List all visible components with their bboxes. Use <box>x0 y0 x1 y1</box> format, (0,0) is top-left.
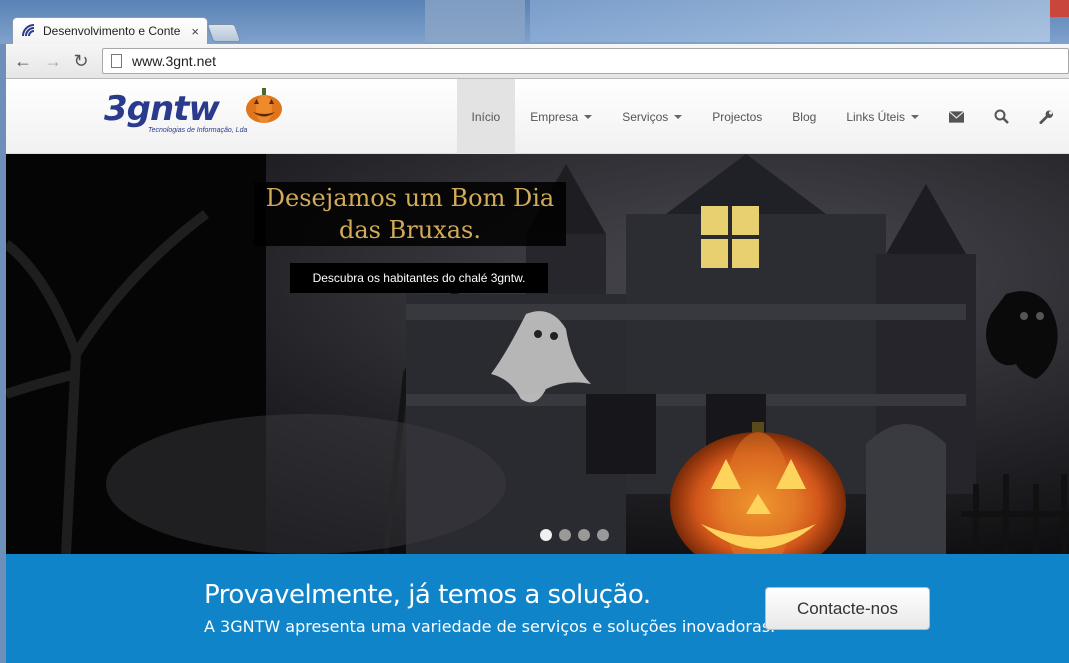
cta-title: Provavelmente, já temos a solução. <box>204 580 651 610</box>
nav-search[interactable] <box>979 79 1024 154</box>
address-bar[interactable]: www.3gnt.net <box>102 48 1069 74</box>
background-window <box>530 0 1050 42</box>
hero-caption-subtitle: Descubra os habitantes do chalé 3gntw. <box>290 263 548 293</box>
nav-label: Links Úteis <box>846 109 905 124</box>
site-logo[interactable]: 3gntw Tecnologias de Informação, Lda <box>104 87 284 142</box>
caret-down-icon <box>584 114 593 119</box>
cta-band: Provavelmente, já temos a solução. A 3GN… <box>6 554 1069 663</box>
nav-label: Empresa <box>530 109 579 124</box>
envelope-icon <box>949 110 964 123</box>
search-icon <box>994 109 1009 124</box>
browser-tab[interactable]: Desenvolvimento e Conte × <box>12 17 208 44</box>
pumpkin-logo-icon <box>246 88 282 123</box>
nav-label: Projectos <box>712 109 763 124</box>
background-window <box>425 0 525 42</box>
nav-item-projectos[interactable]: Projectos <box>697 79 777 154</box>
window-close-button[interactable] <box>1050 0 1069 17</box>
back-button[interactable]: ← <box>12 50 34 72</box>
nav-item-blog[interactable]: Blog <box>777 79 831 154</box>
tab-close-icon[interactable]: × <box>191 24 199 39</box>
nav-item-empresa[interactable]: Empresa <box>515 79 607 154</box>
web-page: 3gntw Tecnologias de Informação, Lda Iní… <box>6 79 1069 663</box>
url-text: www.3gnt.net <box>132 53 217 69</box>
slider-dot[interactable] <box>597 529 609 541</box>
forward-button[interactable]: → <box>42 50 64 72</box>
browser-titlebar: Desenvolvimento e Conte × <box>0 0 1069 44</box>
slider-dot[interactable] <box>540 529 552 541</box>
hero-slider[interactable]: Desejamos um Bom Dia das Bruxas. Descubr… <box>6 154 1069 554</box>
slider-dot[interactable] <box>559 529 571 541</box>
contact-button[interactable]: Contacte-nos <box>765 587 930 630</box>
wrench-icon <box>1039 109 1054 124</box>
caret-down-icon <box>674 114 683 119</box>
tab-title: Desenvolvimento e Conte <box>43 24 181 38</box>
nav-item-inicio[interactable]: Início <box>456 79 516 154</box>
hero-caption-title: Desejamos um Bom Dia das Bruxas. <box>254 182 566 246</box>
page-icon <box>111 54 122 68</box>
nav-contact[interactable] <box>934 79 979 154</box>
cta-text: A 3GNTW apresenta uma variedade de servi… <box>204 617 776 636</box>
reload-button[interactable]: ↻ <box>70 50 92 72</box>
logo-text: 3gntw <box>104 89 220 129</box>
logo-tagline: Tecnologias de Informação, Lda <box>148 127 248 134</box>
slider-pagination <box>540 529 609 541</box>
nav-label: Blog <box>792 109 817 124</box>
nav-item-links-uteis[interactable]: Links Úteis <box>831 79 934 154</box>
main-nav: Início Empresa Serviços Projectos Blog L… <box>456 79 1069 154</box>
browser-toolbar: ← → ↻ www.3gnt.net <box>6 44 1069 79</box>
nav-label: Início <box>471 109 501 124</box>
nav-item-servicos[interactable]: Serviços <box>607 79 697 154</box>
nav-tools[interactable] <box>1024 79 1069 154</box>
slider-dot[interactable] <box>578 529 590 541</box>
site-header: 3gntw Tecnologias de Informação, Lda Iní… <box>6 79 1069 154</box>
new-tab-button[interactable] <box>206 24 242 42</box>
nav-label: Serviços <box>622 109 669 124</box>
site-favicon-icon <box>22 24 35 37</box>
caret-down-icon <box>911 114 919 119</box>
